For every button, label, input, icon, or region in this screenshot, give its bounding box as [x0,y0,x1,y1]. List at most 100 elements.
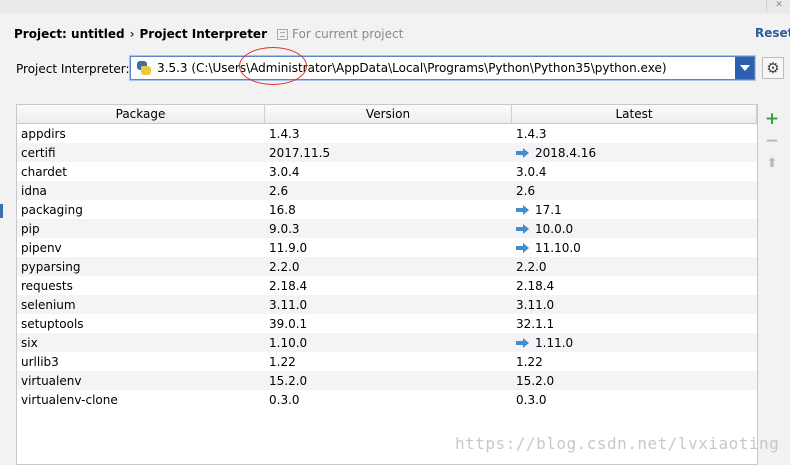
package-latest-cell: 2.2.0 [512,260,757,274]
package-latest: 15.2.0 [516,373,555,388]
package-version: 3.0.4 [269,164,300,179]
package-latest: 11.10.0 [535,240,581,255]
copy-scope-icon [277,28,288,40]
upgrade-available-icon [516,242,529,253]
table-row[interactable]: pipenv 11.9.0 11.10.0 [17,238,757,257]
package-toolbar: + − ⬆ [762,108,782,174]
table-row[interactable]: appdirs 1.4.3 1.4.3 [17,124,757,143]
package-latest-cell: 2.6 [512,184,757,198]
package-version: 3.11.0 [269,297,308,312]
package-version: 1.10.0 [269,335,308,350]
table-row[interactable]: selenium 3.11.0 3.11.0 [17,295,757,314]
table-row[interactable]: virtualenv 15.2.0 15.2.0 [17,371,757,390]
packages-table[interactable]: Package Version Latest appdirs 1.4.3 1.4.3… [16,104,758,465]
package-latest-cell: 2.18.4 [512,279,757,293]
package-latest: 1.22 [516,354,543,369]
table-row[interactable]: idna 2.6 2.6 [17,181,757,200]
package-latest: 3.0.4 [516,164,547,179]
close-icon[interactable]: ✕ [766,0,790,11]
package-version: 2017.11.5 [269,145,331,160]
package-name: requests [21,278,73,293]
package-name: selenium [21,297,76,312]
interpreter-select[interactable]: 3.5.3 (C:\Users\Administrator\AppData\Lo… [130,56,755,80]
package-latest-cell: 1.4.3 [512,127,757,141]
package-name: urllib3 [21,354,59,369]
watermark: https://blog.csdn.net/lvxiaoting [455,434,780,453]
package-latest-cell: 2018.4.16 [512,146,757,160]
package-version: 1.4.3 [269,126,300,141]
package-latest-cell: 1.22 [512,355,757,369]
package-latest-cell: 32.1.1 [512,317,757,331]
package-name: setuptools [21,316,84,331]
package-version: 2.18.4 [269,278,308,293]
table-row[interactable]: requests 2.18.4 2.18.4 [17,276,757,295]
python-icon [137,61,151,75]
package-version: 15.2.0 [269,373,308,388]
package-version: 2.2.0 [269,259,300,274]
upgrade-available-icon [516,147,529,158]
package-latest: 2.18.4 [516,278,555,293]
package-latest: 3.11.0 [516,297,555,312]
scope-label: For current project [292,27,404,41]
package-latest: 17.1 [535,202,562,217]
package-latest: 2018.4.16 [535,145,597,160]
table-row[interactable]: six 1.10.0 1.11.0 [17,333,757,352]
package-name: virtualenv [21,373,82,388]
package-version: 2.6 [269,183,289,198]
chevron-down-icon[interactable] [735,57,754,79]
package-latest: 2.2.0 [516,259,547,274]
package-latest: 1.11.0 [535,335,574,350]
package-latest: 2.6 [516,183,536,198]
table-row[interactable]: setuptools 39.0.1 32.1.1 [17,314,757,333]
table-row[interactable]: certifi 2017.11.5 2018.4.16 [17,143,757,162]
table-row[interactable]: pip 9.0.3 10.0.0 [17,219,757,238]
package-version: 0.3.0 [269,392,300,407]
upgrade-available-icon [516,223,529,234]
package-latest-cell: 15.2.0 [512,374,757,388]
table-row[interactable]: packaging 16.8 17.1 [17,200,757,219]
add-package-button[interactable]: + [763,108,781,130]
breadcrumb-project[interactable]: Project: untitled [14,27,125,41]
table-row[interactable]: urllib3 1.22 1.22 [17,352,757,371]
package-latest-cell: 1.11.0 [512,336,757,350]
upgrade-package-button[interactable]: ⬆ [763,152,781,174]
package-name: idna [21,183,47,198]
package-latest: 0.3.0 [516,392,547,407]
reset-link[interactable]: Reset [755,26,790,40]
column-header-latest[interactable]: Latest [512,105,757,123]
package-latest-cell: 11.10.0 [512,241,757,255]
package-version: 11.9.0 [269,240,308,255]
table-body: appdirs 1.4.3 1.4.3 certifi 2017.11.5 2018.4.… [17,124,757,409]
package-name: chardet [21,164,67,179]
package-latest-cell: 3.11.0 [512,298,757,312]
package-version: 9.0.3 [269,221,300,236]
table-row[interactable]: chardet 3.0.4 3.0.4 [17,162,757,181]
package-name: certifi [21,145,56,160]
table-header: Package Version Latest [17,105,757,124]
package-latest-cell: 3.0.4 [512,165,757,179]
interpreter-label: Project Interpreter: [16,62,130,76]
window-top-strip: ✕ [0,0,790,14]
package-latest: 10.0.0 [535,221,574,236]
package-version: 1.22 [269,354,296,369]
table-row[interactable]: pyparsing 2.2.0 2.2.0 [17,257,757,276]
package-name: six [21,335,38,350]
package-latest: 1.4.3 [516,126,547,141]
package-version: 39.0.1 [269,316,308,331]
package-latest-cell: 0.3.0 [512,393,757,407]
column-header-version[interactable]: Version [265,105,512,123]
gear-icon[interactable]: ⚙ [762,57,784,79]
table-row[interactable]: virtualenv-clone 0.3.0 0.3.0 [17,390,757,409]
column-header-package[interactable]: Package [17,105,265,123]
breadcrumb-page: Project Interpreter [139,27,267,41]
package-latest-cell: 10.0.0 [512,222,757,236]
upgrade-available-icon [516,204,529,215]
breadcrumb: Project: untitled › Project Interpreter … [14,26,403,42]
remove-package-button[interactable]: − [763,130,781,152]
package-name: packaging [21,202,83,217]
package-name: pyparsing [21,259,81,274]
package-latest: 32.1.1 [516,316,555,331]
upgrade-available-icon [516,337,529,348]
package-name: virtualenv-clone [21,392,118,407]
package-name: pip [21,221,40,236]
